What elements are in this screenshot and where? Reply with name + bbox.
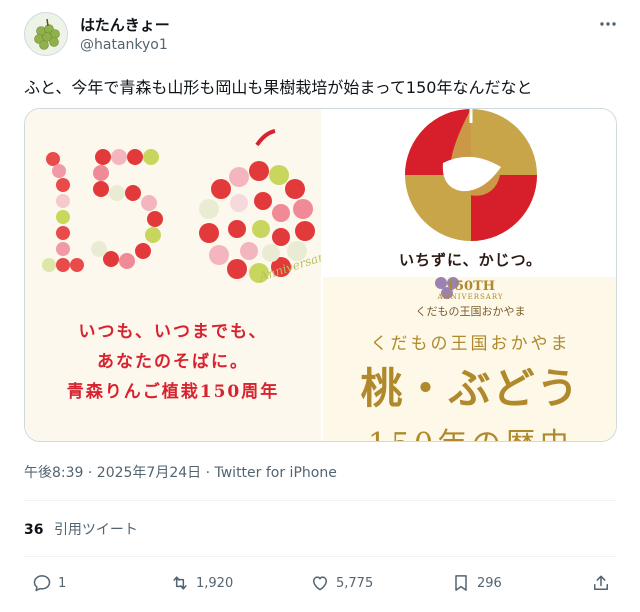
more-icon[interactable] [596, 14, 620, 34]
yamagata-fruit-image[interactable]: いちずに、かじつ。 [323, 109, 616, 275]
okayama-headline: 桃・ぶどう [360, 364, 581, 413]
like-icon [313, 576, 327, 591]
quote-count: 36 [24, 522, 44, 538]
reply-count: 1 [58, 575, 67, 591]
yamagata-caption: いちずに、かじつ。 [399, 251, 542, 269]
share-icon [594, 575, 608, 590]
okayama-fruit-image[interactable]: 150TH ANNIVERSARY くだもの王国おかやま くだもの王国おかやま … [323, 277, 616, 441]
bookmark-button[interactable]: 296 [451, 572, 502, 594]
bookmark-icon [455, 575, 467, 591]
divider [24, 500, 616, 501]
bookmark-count: 296 [477, 575, 502, 591]
media-grid[interactable]: Anniversary いつも、いつまでも、 あなたのそばに。 青森りんご植栽1… [24, 108, 617, 442]
reply-icon [33, 575, 51, 592]
user-handle[interactable]: @hatankyo1 [80, 37, 168, 53]
anniversary-badge: 150TH [445, 279, 496, 294]
like-button[interactable]: 5,775 [310, 572, 373, 594]
quote-tweets-count[interactable]: 36 引用ツイート [24, 519, 138, 539]
tweet-timestamp[interactable]: 午後8:39 · 2025年7月24日 · Twitter for iPhone [24, 462, 337, 482]
aomori-line-1: いつも、いつまでも、 [78, 322, 268, 342]
okayama-brand-large: くだもの王国おかやま [370, 334, 571, 354]
reply-button[interactable]: 1 [32, 572, 66, 594]
retweet-button[interactable]: 1,920 [170, 572, 233, 594]
retweet-icon [173, 576, 187, 590]
tweet-text: ふと、今年で青森も山形も岡山も果樹栽培が始まって150年なんだなと [24, 78, 533, 97]
retweet-count: 1,920 [196, 575, 234, 591]
like-count: 5,775 [336, 575, 374, 591]
divider [24, 556, 616, 557]
okayama-subheadline: 150年の歴史 [323, 419, 616, 441]
aomori-apple-image[interactable]: Anniversary いつも、いつまでも、 あなたのそばに。 青森りんご植栽1… [25, 109, 321, 441]
anniversary-label: ANNIVERSARY [437, 293, 504, 301]
aomori-line-2: あなたのそばに。 [97, 352, 249, 372]
share-button[interactable] [591, 572, 611, 594]
display-name[interactable]: はたんきょー [80, 14, 170, 35]
quote-label: 引用ツイート [53, 522, 138, 538]
okayama-brand-small: くだもの王国おかやま [415, 305, 526, 318]
tweet-header: はたんきょー @hatankyo1 [24, 12, 624, 60]
avatar[interactable] [24, 12, 68, 56]
aomori-line-3: 青森りんご植栽150周年 [66, 382, 280, 402]
